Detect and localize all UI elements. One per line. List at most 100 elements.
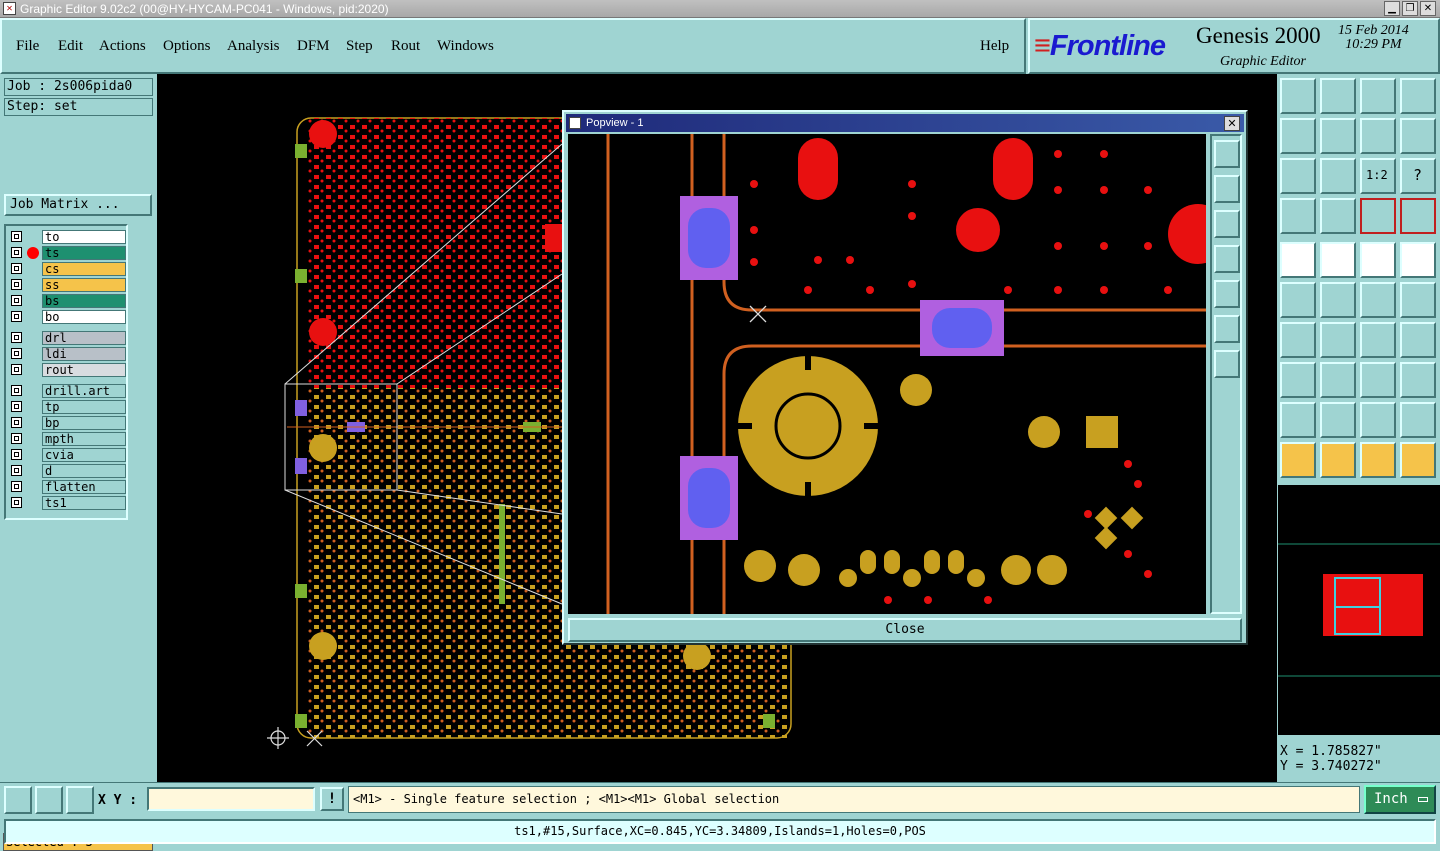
popview-close-icon[interactable]: ✕	[1224, 116, 1240, 131]
layer-row[interactable]: ldi	[8, 347, 126, 361]
layer-checkbox[interactable]	[11, 465, 22, 476]
diagonal-icon[interactable]	[1320, 322, 1356, 358]
triangle-red-icon[interactable]	[1280, 402, 1316, 438]
home-view-icon[interactable]	[1360, 78, 1396, 114]
layer-name[interactable]: ldi	[42, 347, 126, 361]
menu-edit[interactable]: Edit	[58, 38, 83, 55]
menu-help[interactable]: Help	[980, 38, 1009, 55]
zoom-in-icon[interactable]	[1320, 158, 1356, 194]
snap-red-2-icon[interactable]	[1400, 198, 1436, 234]
layer-checkbox[interactable]	[11, 433, 22, 444]
layer-checkbox[interactable]	[11, 247, 22, 258]
layer-row[interactable]: drill.art	[8, 384, 126, 398]
connect-icon[interactable]	[1280, 282, 1316, 318]
layer-checkbox[interactable]	[11, 481, 22, 492]
layer-name[interactable]: drl	[42, 331, 126, 345]
minimize-icon[interactable]: ▁	[1384, 1, 1400, 16]
popview-zoom-in-icon[interactable]	[1214, 315, 1240, 343]
snap-red-icon[interactable]	[1360, 198, 1396, 234]
menu-analysis[interactable]: Analysis	[227, 38, 280, 55]
layer-row[interactable]: to	[8, 230, 126, 244]
close-window-icon[interactable]: ✕	[1420, 1, 1436, 16]
layer-checkbox[interactable]	[11, 385, 22, 396]
layer-name[interactable]: ss	[42, 278, 126, 292]
popview-close-button[interactable]: Close	[568, 618, 1242, 642]
select-box-icon[interactable]	[1400, 242, 1436, 278]
layer-row[interactable]: tp	[8, 400, 126, 414]
layer-name[interactable]: tp	[42, 400, 126, 414]
layer-checkbox[interactable]	[11, 231, 22, 242]
layer-row[interactable]: ts	[8, 246, 126, 260]
alert-button[interactable]: !	[320, 787, 344, 811]
pointer-icon[interactable]	[1280, 442, 1316, 478]
grid-icon[interactable]	[1320, 198, 1356, 234]
horizontal-line-icon[interactable]	[1320, 362, 1356, 398]
pan-down-icon[interactable]	[1320, 78, 1356, 114]
layer-checkbox[interactable]	[11, 417, 22, 428]
pan-right-icon[interactable]	[1320, 118, 1356, 154]
zoom-area-icon[interactable]	[4, 786, 32, 814]
layer-checkbox[interactable]	[11, 332, 22, 343]
layer-name[interactable]: bs	[42, 294, 126, 308]
menu-file[interactable]: File	[16, 38, 39, 55]
layer-row[interactable]: bp	[8, 416, 126, 430]
pointer-box-icon[interactable]	[1320, 442, 1356, 478]
help-query-icon[interactable]: ?	[1400, 158, 1436, 194]
popview-zoom-out-icon[interactable]	[1214, 350, 1240, 378]
layer-name[interactable]: drill.art	[42, 384, 126, 398]
pan-up-icon[interactable]	[1280, 78, 1316, 114]
align-icon[interactable]	[1400, 322, 1436, 358]
layer-checkbox[interactable]	[11, 279, 22, 290]
layer-row[interactable]: drl	[8, 331, 126, 345]
line-blue-icon[interactable]	[1400, 282, 1436, 318]
arch-icon[interactable]	[1360, 402, 1396, 438]
pan-left-icon[interactable]	[1280, 118, 1316, 154]
popview-pan-up-icon[interactable]	[1214, 175, 1240, 203]
layer-name[interactable]: to	[42, 230, 126, 244]
popview-pan-left-icon[interactable]	[1214, 245, 1240, 273]
layer-name[interactable]: mpth	[42, 432, 126, 446]
layer-row[interactable]: ts1	[8, 496, 126, 510]
layer-checkbox[interactable]	[11, 348, 22, 359]
layer-checkbox[interactable]	[11, 364, 22, 375]
layer-row[interactable]: bo	[8, 310, 126, 324]
layer-row[interactable]: bs	[8, 294, 126, 308]
menu-rout[interactable]: Rout	[391, 38, 420, 55]
angle-icon[interactable]	[1280, 322, 1316, 358]
layer-name[interactable]: bp	[42, 416, 126, 430]
layer-checkbox[interactable]	[11, 311, 22, 322]
layer-row[interactable]: mpth	[8, 432, 126, 446]
layer-row[interactable]: d	[8, 464, 126, 478]
arch-line-icon[interactable]	[1400, 402, 1436, 438]
dimension-icon[interactable]	[1360, 362, 1396, 398]
pad-select-icon[interactable]	[1280, 362, 1316, 398]
maximize-icon[interactable]: ❐	[1402, 1, 1418, 16]
layer-name[interactable]: rout	[42, 363, 126, 377]
select-shape-icon[interactable]	[1320, 242, 1356, 278]
layer-checkbox[interactable]	[11, 263, 22, 274]
zoom-fit-icon[interactable]	[1280, 158, 1316, 194]
layer-name[interactable]: flatten	[42, 480, 126, 494]
layer-name[interactable]: ts1	[42, 496, 126, 510]
menu-windows[interactable]: Windows	[437, 38, 494, 55]
overview-map[interactable]	[1278, 485, 1440, 735]
popview-pan-down-icon[interactable]	[1214, 210, 1240, 238]
layer-name[interactable]: bo	[42, 310, 126, 324]
popview-canvas[interactable]	[568, 134, 1206, 614]
layer-name[interactable]: cvia	[42, 448, 126, 462]
menu-actions[interactable]: Actions	[99, 38, 146, 55]
line-red-icon[interactable]	[1360, 282, 1396, 318]
popview-pan-right-icon[interactable]	[1214, 280, 1240, 308]
arc-icon[interactable]	[1360, 322, 1396, 358]
menu-step[interactable]: Step	[346, 38, 373, 55]
zoom-1to2-icon[interactable]: 1:2	[1360, 158, 1396, 194]
layer-row[interactable]: ss	[8, 278, 126, 292]
units-select[interactable]: Inch	[1364, 785, 1436, 814]
layer-row[interactable]: cs	[8, 262, 126, 276]
snap-grid-icon[interactable]	[66, 786, 94, 814]
pointer-select-icon[interactable]	[1360, 442, 1396, 478]
layer-checkbox[interactable]	[11, 449, 22, 460]
cluster-icon[interactable]	[1400, 362, 1436, 398]
pointer-route-icon[interactable]	[1400, 442, 1436, 478]
layer-name[interactable]: d	[42, 464, 126, 478]
